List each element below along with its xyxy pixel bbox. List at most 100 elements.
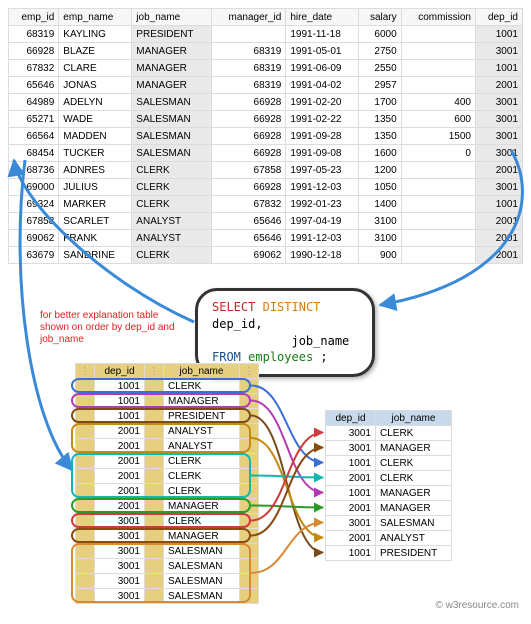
cell-jobname: PRESIDENT (164, 409, 240, 424)
cell-dep_id: 3001 (475, 94, 522, 111)
cell-commission (401, 179, 475, 196)
cell-hire_date: 1991-06-09 (286, 60, 358, 77)
distinct-result-wrapper: dep_id job_name 3001CLERK3001MANAGER1001… (325, 410, 452, 561)
cell-manager_id: 67858 (211, 162, 285, 179)
list-item: 2001CLERK (76, 484, 259, 499)
cell-emp_name: JULIUS (59, 179, 132, 196)
cell-hire_date: 1997-05-23 (286, 162, 358, 179)
cell-emp_name: KAYLING (59, 26, 132, 43)
cell-salary: 2750 (358, 43, 401, 60)
cell-jobname: MANAGER (164, 394, 240, 409)
cell-manager_id: 66928 (211, 111, 285, 128)
table-row: 67858SCARLETANALYST656461997-04-19310020… (9, 213, 523, 230)
cell-depid: 2001 (326, 531, 376, 546)
sql-col2: job_name (291, 334, 349, 348)
cell-jobname: CLERK (164, 454, 240, 469)
cell-job_name: MANAGER (132, 77, 212, 94)
cell-job_name: SALESMAN (132, 128, 212, 145)
cell-manager_id: 68319 (211, 77, 285, 94)
cell-hire_date: 1992-01-23 (286, 196, 358, 213)
cell-salary: 1200 (358, 162, 401, 179)
cell-salary: 1050 (358, 179, 401, 196)
cell-hire_date: 1991-12-03 (286, 230, 358, 247)
cell-salary: 3100 (358, 230, 401, 247)
cell-job_name: MANAGER (132, 60, 212, 77)
cell-jobname: CLERK (376, 426, 452, 441)
list-item: 3001SALESMAN (76, 559, 259, 574)
table-row: 63679SANDRINECLERK690621990-12-189002001 (9, 247, 523, 264)
sql-keyword-distinct: DISTINCT (263, 300, 321, 314)
cell-hire_date: 1997-04-19 (286, 213, 358, 230)
table-row: 68736ADNRESCLERK678581997-05-2312002001 (9, 162, 523, 179)
cell-emp_id: 63679 (9, 247, 59, 264)
cell-jobname: CLERK (376, 471, 452, 486)
cell-emp_name: ADNRES (59, 162, 132, 179)
col-header-emp_id: emp_id (9, 9, 59, 26)
cell-manager_id: 65646 (211, 230, 285, 247)
drag-handle: ⋮ (76, 364, 95, 379)
cell-job_name: PRESIDENT (132, 26, 212, 43)
cell-depid: 3001 (95, 589, 145, 604)
cell-jobname: MANAGER (376, 441, 452, 456)
list-item: 1001MANAGER (76, 394, 259, 409)
cell-emp_name: MARKER (59, 196, 132, 213)
cell-jobname: CLERK (164, 514, 240, 529)
cell-emp_id: 69062 (9, 230, 59, 247)
cell-depid: 2001 (326, 471, 376, 486)
cell-commission: 600 (401, 111, 475, 128)
footer-credit: © w3resource.com (435, 600, 519, 611)
cell-depid: 2001 (95, 499, 145, 514)
cell-emp_id: 68319 (9, 26, 59, 43)
cell-commission (401, 60, 475, 77)
cell-emp_id: 67832 (9, 60, 59, 77)
table-row: 64989ADELYNSALESMAN669281991-02-20170040… (9, 94, 523, 111)
cell-depid: 3001 (95, 529, 145, 544)
cell-job_name: CLERK (132, 162, 212, 179)
cell-emp_name: TUCKER (59, 145, 132, 162)
cell-depid: 3001 (95, 559, 145, 574)
col-header-dep_id: dep_id (475, 9, 522, 26)
distinct-header-depid: dep_id (326, 411, 376, 426)
cell-emp_name: BLAZE (59, 43, 132, 60)
cell-job_name: CLERK (132, 196, 212, 213)
employees-table: emp_idemp_namejob_namemanager_idhire_dat… (8, 8, 523, 264)
list-item: 2001ANALYST (76, 424, 259, 439)
cell-depid: 1001 (326, 546, 376, 561)
cell-emp_id: 69324 (9, 196, 59, 213)
list-item: 3001SALESMAN (76, 574, 259, 589)
table-row: 69324MARKERCLERK678321992-01-2314001001 (9, 196, 523, 213)
cell-jobname: MANAGER (164, 529, 240, 544)
cell-depid: 2001 (326, 501, 376, 516)
cell-jobname: CLERK (164, 469, 240, 484)
cell-commission (401, 247, 475, 264)
cell-job_name: CLERK (132, 179, 212, 196)
list-item: 1001CLERK (326, 456, 452, 471)
cell-salary: 900 (358, 247, 401, 264)
cell-salary: 1400 (358, 196, 401, 213)
cell-dep_id: 2001 (475, 213, 522, 230)
cell-depid: 2001 (95, 439, 145, 454)
cell-emp_name: JONAS (59, 77, 132, 94)
cell-dep_id: 2001 (475, 162, 522, 179)
cell-depid: 2001 (95, 484, 145, 499)
table-row: 65646JONASMANAGER683191991-04-0229572001 (9, 77, 523, 94)
sql-col1: dep_id, (212, 317, 263, 331)
list-item: 2001CLERK (326, 471, 452, 486)
cell-emp_name: ADELYN (59, 94, 132, 111)
cell-emp_name: FRANK (59, 230, 132, 247)
cell-manager_id: 66928 (211, 145, 285, 162)
cell-manager_id (211, 26, 285, 43)
cell-jobname: SALESMAN (164, 544, 240, 559)
cell-commission (401, 230, 475, 247)
cell-emp_id: 69000 (9, 179, 59, 196)
list-item: 2001ANALYST (326, 531, 452, 546)
distinct-result-table: dep_id job_name 3001CLERK3001MANAGER1001… (325, 410, 452, 561)
ordered-header-jobname: job_name (164, 364, 240, 379)
list-item: 1001CLERK (76, 379, 259, 394)
cell-depid: 3001 (95, 544, 145, 559)
list-item: 3001SALESMAN (76, 589, 259, 604)
table-row: 66564MADDENSALESMAN669281991-09-28135015… (9, 128, 523, 145)
cell-jobname: CLERK (376, 456, 452, 471)
cell-dep_id: 3001 (475, 179, 522, 196)
cell-emp_id: 65271 (9, 111, 59, 128)
